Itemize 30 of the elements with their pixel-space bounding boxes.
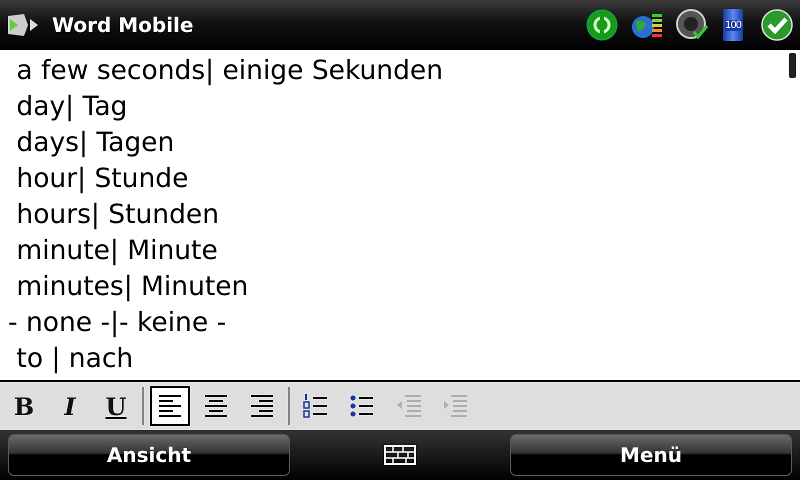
text-line: hour| Stunde: [15, 162, 188, 196]
battery-label: 100: [724, 20, 742, 30]
text-line: to | nach: [15, 342, 134, 376]
text-line: a few seconds| einige Sekunden: [15, 54, 444, 88]
menu-softkey[interactable]: Menü: [510, 434, 792, 476]
view-softkey[interactable]: Ansicht: [8, 434, 290, 476]
sync-icon[interactable]: [585, 8, 619, 42]
window-title: Word Mobile: [52, 13, 194, 37]
text-line: - none -|- keine -: [7, 306, 226, 340]
text-line: days| Tagen: [15, 126, 174, 160]
text-line: minutes| Minuten: [15, 270, 248, 304]
numbered-list-icon: [303, 393, 329, 419]
scrollbar-thumb: [789, 53, 796, 78]
speaker-icon[interactable]: [675, 8, 709, 42]
keyboard-icon[interactable]: [384, 445, 416, 465]
indent-icon: [441, 393, 467, 419]
text-line: minute| Minute: [15, 234, 218, 268]
battery-icon[interactable]: 100: [723, 9, 743, 41]
underline-button[interactable]: U: [96, 386, 136, 426]
outdent-icon: [395, 393, 421, 419]
bold-button[interactable]: B: [4, 386, 44, 426]
align-right-icon: [249, 393, 275, 419]
italic-button[interactable]: I: [50, 386, 90, 426]
align-center-icon: [203, 393, 229, 419]
align-left-button[interactable]: [150, 386, 190, 426]
text-line: hours| Stunden: [15, 198, 220, 232]
text-line: day| Tag: [15, 90, 128, 124]
ok-icon[interactable]: [760, 8, 794, 42]
align-left-icon: [157, 393, 183, 419]
bulleted-list-icon: [349, 393, 375, 419]
